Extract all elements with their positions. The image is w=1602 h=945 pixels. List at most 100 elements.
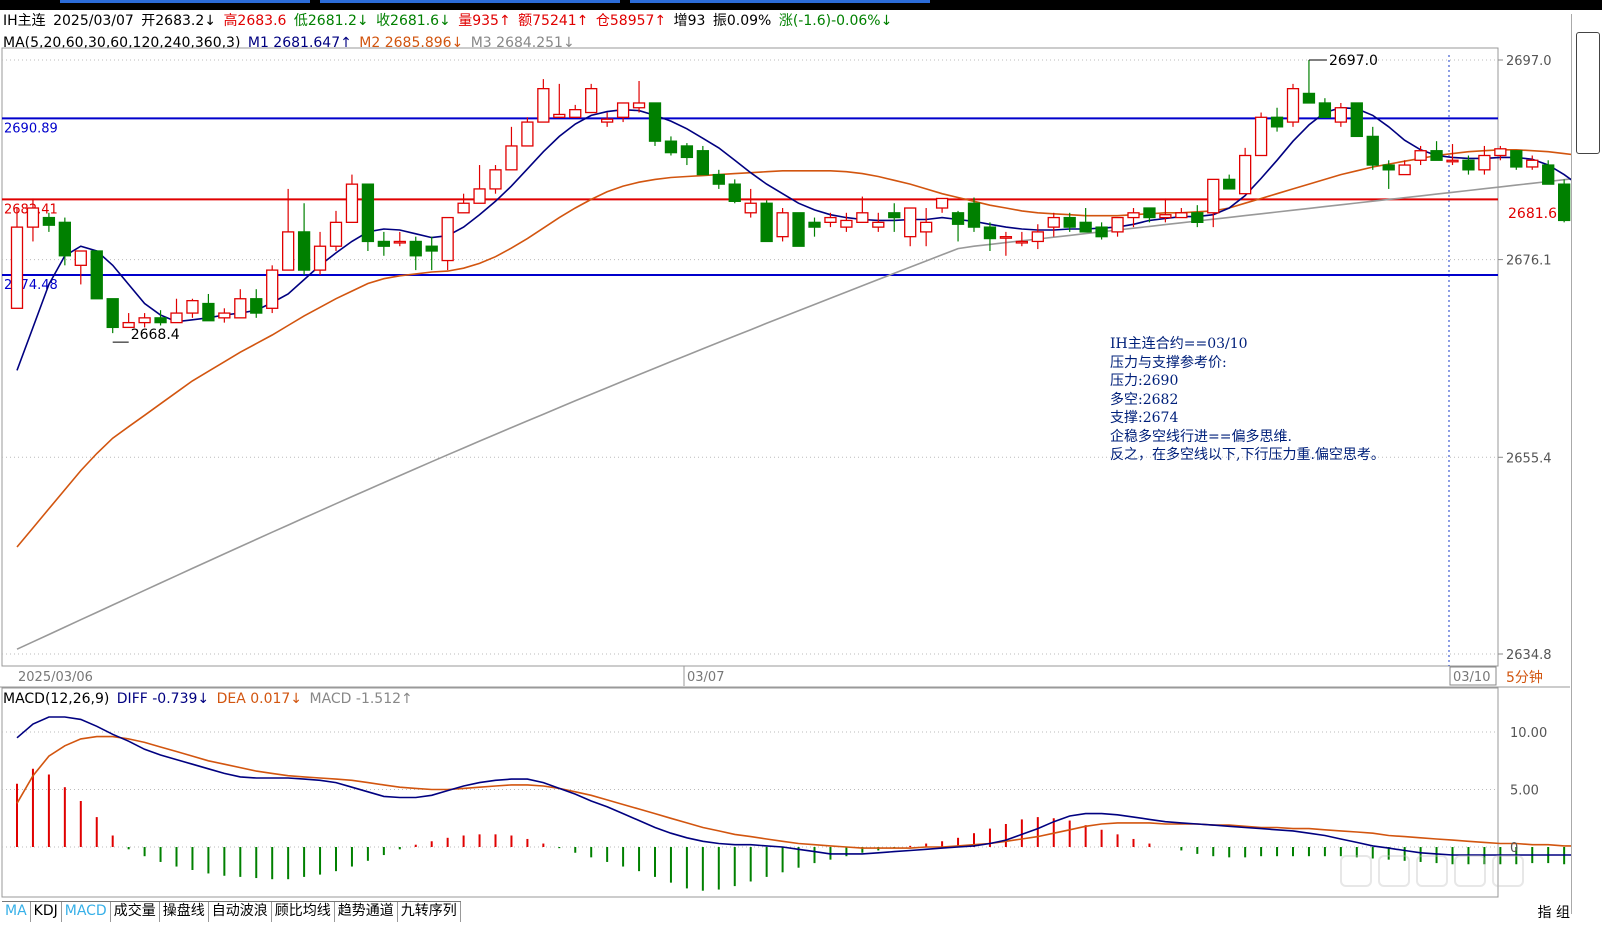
candle-body xyxy=(1366,135,1379,166)
candle-body xyxy=(888,212,901,219)
analysis-annotation: IH主连合约==03/10 压力与支撑参考价: 压力:2690 多空:2682 … xyxy=(1110,335,1385,465)
candle-body xyxy=(154,317,167,324)
candle-body xyxy=(1175,212,1188,219)
candle-body xyxy=(1223,178,1236,190)
candle-body xyxy=(1446,159,1459,163)
candle-body xyxy=(824,216,837,223)
chart-frame xyxy=(0,47,1570,898)
candle-body xyxy=(1127,212,1140,219)
candle-body xyxy=(521,121,534,147)
candle-body xyxy=(1302,92,1316,104)
hline-label: 2690.89 xyxy=(4,121,58,136)
candle-body xyxy=(1350,102,1363,138)
candle-body xyxy=(457,202,470,214)
candle-body xyxy=(10,226,24,309)
candle-body xyxy=(329,221,343,247)
candle-body xyxy=(1542,164,1555,185)
candle-body xyxy=(409,240,422,257)
tab-trading-line[interactable]: 操盘线 xyxy=(159,902,209,922)
tab-td-sequential[interactable]: 九转序列 xyxy=(397,902,461,922)
candle-body xyxy=(1558,183,1571,222)
kline-chart[interactable]: 2690.892682.412674.48 2697.02668.4 2697.… xyxy=(0,0,1602,945)
candle-body xyxy=(1159,214,1172,219)
candle-body xyxy=(935,197,949,209)
annotation-line: 压力与支撑参考价: xyxy=(1110,354,1227,371)
candle-body xyxy=(1334,107,1347,123)
tab-trend-channel[interactable]: 趋势通道 xyxy=(334,902,398,922)
candle-body xyxy=(999,236,1013,239)
candle-body xyxy=(983,226,997,240)
candle-body xyxy=(1254,116,1268,157)
candle-body xyxy=(616,102,630,118)
candle-body xyxy=(1494,148,1507,157)
dea-line xyxy=(16,735,1602,849)
candle-body xyxy=(297,231,311,271)
right-sidebar xyxy=(1571,14,1602,914)
scroll-handle[interactable] xyxy=(1576,32,1600,154)
tab-auto-wave[interactable]: 自动波浪 xyxy=(208,902,272,922)
candle-body xyxy=(218,312,231,319)
candle-body xyxy=(1095,226,1108,238)
low-marker-label: 2668.4 xyxy=(131,327,180,343)
tab-kdj[interactable]: KDJ xyxy=(30,902,62,922)
candle-body xyxy=(250,298,263,314)
candle-body xyxy=(1414,150,1427,161)
candle-body xyxy=(856,212,869,223)
candle-body xyxy=(42,216,56,226)
candle-body xyxy=(1398,164,1411,176)
candle-body xyxy=(760,202,773,243)
high-marker-label: 2697.0 xyxy=(1329,53,1378,69)
candle-body xyxy=(1382,164,1395,171)
candle-body xyxy=(1430,150,1443,161)
indicator-tabs: MA KDJ MACD 成交量 操盘线 自动波浪 顾比均线 趋势通道 九转序列 xyxy=(2,901,461,922)
candle-body xyxy=(1031,231,1044,243)
candle-body xyxy=(186,300,199,314)
annotation-line: 企稳多空线行进==偏多思维. xyxy=(1110,428,1292,445)
candle-body xyxy=(234,298,247,319)
x-label-end: 03/10 xyxy=(1453,670,1490,685)
tab-macd[interactable]: MACD xyxy=(61,902,111,922)
candle-body xyxy=(345,183,359,223)
candle-body xyxy=(967,202,981,228)
candle-body xyxy=(872,221,885,228)
candle-body xyxy=(601,118,614,123)
macd-tick-label: 0 xyxy=(1510,841,1518,856)
candle-body xyxy=(26,207,40,228)
candle-body xyxy=(74,250,87,266)
right-tabs[interactable]: 指 组 xyxy=(1538,902,1570,922)
candle-body xyxy=(90,250,103,300)
candle-body xyxy=(728,183,741,202)
candle-body xyxy=(1063,216,1076,228)
annotation-line: 反之，在多空线以下,下行压力重.偏空思考。 xyxy=(1110,447,1385,463)
candle-body xyxy=(537,87,550,123)
candle-body xyxy=(170,312,183,324)
price-tick-label: 2676.1 xyxy=(1506,254,1552,269)
candle-body xyxy=(569,109,582,118)
annotation-line: 多空:2682 xyxy=(1110,391,1179,408)
tab-ma[interactable]: MA xyxy=(2,902,31,922)
candle-body xyxy=(425,245,438,252)
candle-body xyxy=(1462,159,1475,171)
candle-body xyxy=(776,212,789,238)
candle-body xyxy=(904,207,917,238)
candle-body xyxy=(1318,102,1332,118)
macd-tick-label: 5.00 xyxy=(1510,784,1539,799)
price-tick-label: 2634.8 xyxy=(1506,648,1552,663)
candle-body xyxy=(648,102,662,142)
diff-line xyxy=(16,716,1602,856)
annotation-line: IH主连合约==03/10 xyxy=(1110,336,1248,352)
candle-body xyxy=(920,221,933,233)
candle-body xyxy=(281,231,295,271)
candle-body xyxy=(202,302,215,322)
watermark xyxy=(1340,855,1550,895)
candle-body xyxy=(489,169,502,190)
x-label-start: 2025/03/06 xyxy=(18,670,93,685)
current-price-label: 2681.6 xyxy=(1508,206,1557,222)
tab-gmma[interactable]: 顾比均线 xyxy=(271,902,335,922)
candle-body xyxy=(266,269,279,309)
price-tick-label: 2655.4 xyxy=(1506,451,1552,466)
tab-volume[interactable]: 成交量 xyxy=(110,902,160,922)
candle-body xyxy=(680,145,694,159)
annotation-line: 支撑:2674 xyxy=(1110,410,1179,426)
candle-body xyxy=(553,113,566,118)
